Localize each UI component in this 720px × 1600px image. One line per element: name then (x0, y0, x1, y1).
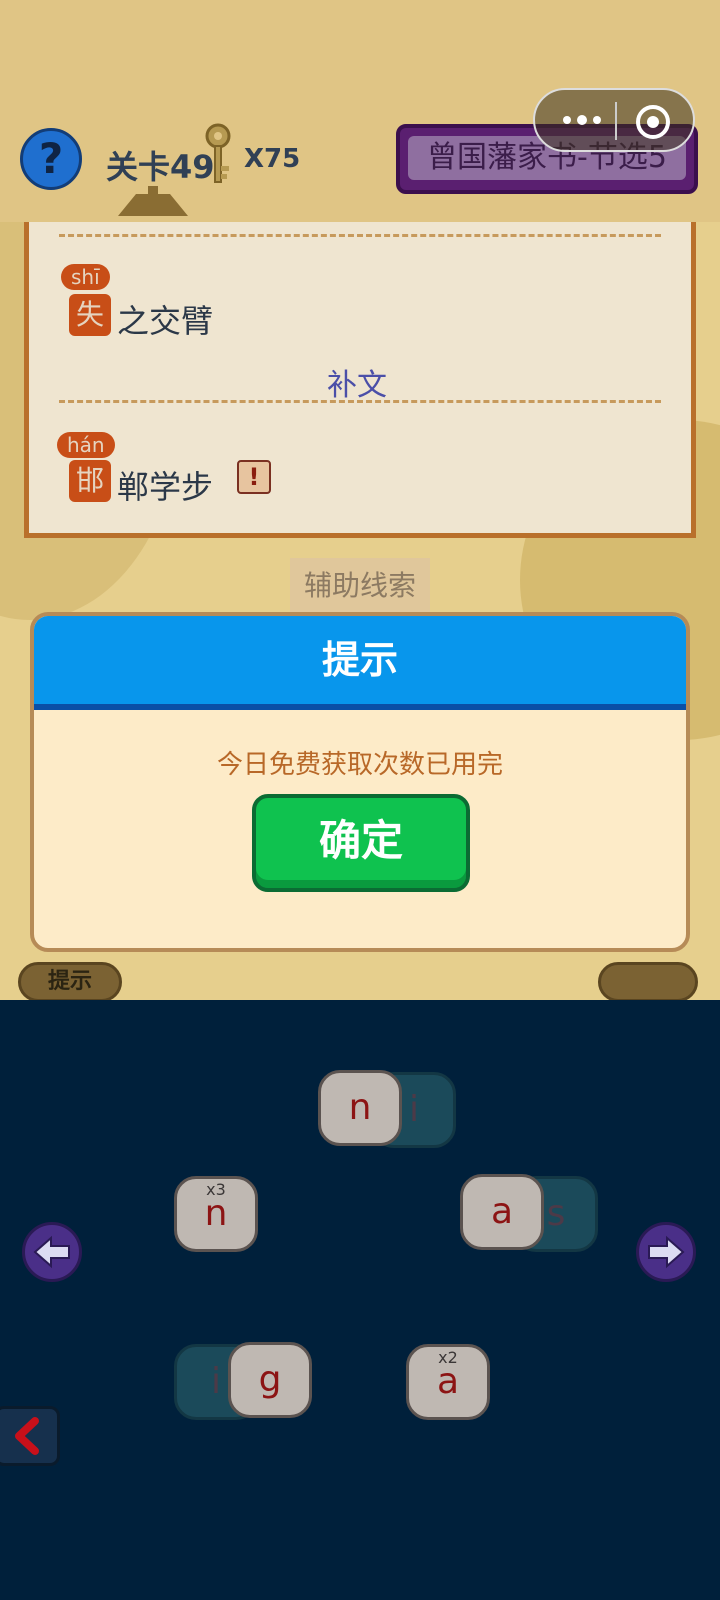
dialog-message: 今日免费获取次数已用完 (216, 750, 503, 780)
confirm-label: 确定 (318, 816, 403, 865)
dialog-header: 提示 (34, 616, 686, 710)
notice-dialog: 提示 今日免费获取次数已用完 确定 (30, 612, 690, 952)
dialog-title: 提示 (321, 638, 398, 682)
confirm-button[interactable]: 确定 (252, 794, 470, 892)
